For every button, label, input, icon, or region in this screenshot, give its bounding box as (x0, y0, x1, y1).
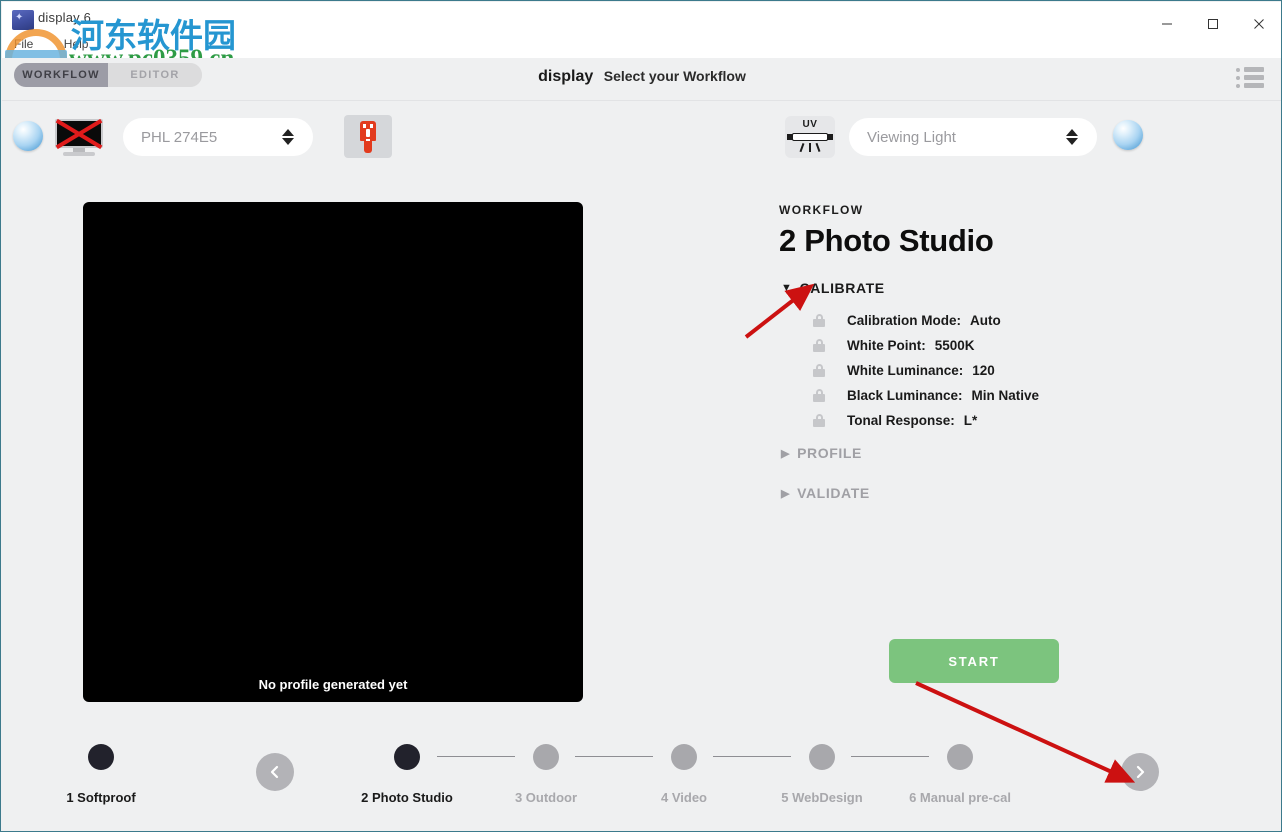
header-title: display Select your Workflow (2, 68, 1281, 86)
caret-down-icon: ▼ (781, 282, 793, 294)
minimize-button[interactable] (1144, 2, 1190, 46)
uv-lamp-icon[interactable]: UV (785, 116, 835, 158)
close-button[interactable] (1236, 2, 1281, 46)
app-icon (12, 10, 34, 30)
step-4-video[interactable]: 4 Video (614, 736, 754, 805)
section-validate[interactable]: ▶ VALIDATE (781, 485, 870, 501)
step-dot (533, 744, 559, 770)
step-5-webdesign[interactable]: 5 WebDesign (752, 736, 892, 805)
next-workflow-button[interactable] (1121, 753, 1159, 791)
maximize-button[interactable] (1190, 2, 1236, 46)
brand-name: display (538, 68, 594, 85)
step-label: 4 Video (660, 790, 707, 805)
profile-preview-panel: No profile generated yet (83, 202, 583, 702)
param-label: White Point: (847, 338, 926, 353)
param-row: Tonal Response: L* (813, 408, 1039, 433)
window-controls (1144, 2, 1281, 46)
lock-icon (813, 339, 825, 352)
menu-file[interactable]: File (14, 37, 33, 51)
param-row: Black Luminance: Min Native (813, 383, 1039, 408)
annotation-arrow-calibrate (744, 283, 815, 339)
uv-label: UV (802, 119, 818, 130)
viewing-light-value: Viewing Light (867, 128, 956, 146)
step-3-outdoor[interactable]: 3 Outdoor (476, 736, 616, 805)
chevron-updown-icon (277, 126, 299, 148)
viewing-light-select[interactable]: Viewing Light (849, 118, 1097, 156)
calibrate-parameter-list: Calibration Mode: Auto White Point: 5500… (813, 308, 1039, 433)
header-subtitle: Select your Workflow (603, 68, 746, 84)
preview-status-label: No profile generated yet (258, 677, 408, 692)
caret-right-icon: ▶ (781, 487, 791, 500)
section-calibrate-label: CALIBRATE (799, 280, 885, 296)
workflow-title: 2 Photo Studio (779, 223, 994, 258)
header-bar: WORKFLOW EDITOR display Select your Work… (2, 58, 1281, 101)
menu-bar: File Help (14, 35, 114, 53)
section-profile-label: PROFILE (797, 445, 862, 461)
step-label: 5 WebDesign (781, 790, 863, 805)
chevron-updown-icon (1061, 126, 1083, 148)
section-profile[interactable]: ▶ PROFILE (781, 445, 862, 461)
lock-icon (813, 364, 825, 377)
param-row: Calibration Mode: Auto (813, 308, 1039, 333)
status-sphere-left-icon (13, 121, 43, 151)
title-bar: display 6 File Help (2, 2, 1281, 58)
section-calibrate[interactable]: ▼ CALIBRATE (781, 280, 885, 296)
workflow-kicker: WORKFLOW (779, 203, 864, 217)
list-menu-icon[interactable] (1236, 67, 1266, 91)
param-label: White Luminance: (847, 363, 964, 378)
prev-workflow-button[interactable] (256, 753, 294, 791)
monitor-select[interactable]: PHL 274E5 (123, 118, 313, 156)
start-button[interactable]: START (889, 639, 1059, 683)
step-2-photo-studio[interactable]: 2 Photo Studio (337, 736, 477, 805)
window-title: display 6 (38, 10, 92, 25)
step-dot (671, 744, 697, 770)
monitor-select-value: PHL 274E5 (141, 128, 218, 146)
step-dot (88, 744, 114, 770)
application-window: display 6 File Help 河东软件园 www.pc0359.cn … (0, 0, 1282, 832)
lock-icon (813, 314, 825, 327)
step-label: 1 Softproof (66, 790, 136, 805)
menu-help[interactable]: Help (64, 37, 89, 51)
workflow-stepper: 1 Softproof 2 Photo Studio 3 Outdoor 4 V… (1, 736, 1281, 816)
param-row: White Point: 5500K (813, 333, 1039, 358)
lock-icon (813, 414, 825, 427)
step-label: 2 Photo Studio (361, 790, 453, 805)
param-value: Min Native (971, 388, 1040, 403)
usb-warning-icon[interactable] (344, 115, 392, 158)
param-value: L* (963, 413, 978, 428)
lock-icon (813, 389, 825, 402)
step-1-softproof[interactable]: 1 Softproof (31, 736, 171, 805)
param-row: White Luminance: 120 (813, 358, 1039, 383)
caret-right-icon: ▶ (781, 447, 791, 460)
step-label: 3 Outdoor (514, 790, 578, 805)
status-sphere-right-icon (1113, 120, 1143, 150)
param-label: Tonal Response: (847, 413, 955, 428)
section-validate-label: VALIDATE (797, 485, 870, 501)
step-label: 6 Manual pre-cal (909, 790, 1011, 805)
param-label: Calibration Mode: (847, 313, 961, 328)
step-dot (394, 744, 420, 770)
monitor-disconnected-icon (55, 118, 103, 156)
param-value: 120 (972, 363, 995, 378)
param-value: 5500K (934, 338, 975, 353)
step-dot (947, 744, 973, 770)
step-dot (809, 744, 835, 770)
param-label: Black Luminance: (847, 388, 963, 403)
step-6-manual-precal[interactable]: 6 Manual pre-cal (890, 736, 1030, 805)
param-value: Auto (970, 313, 1001, 328)
